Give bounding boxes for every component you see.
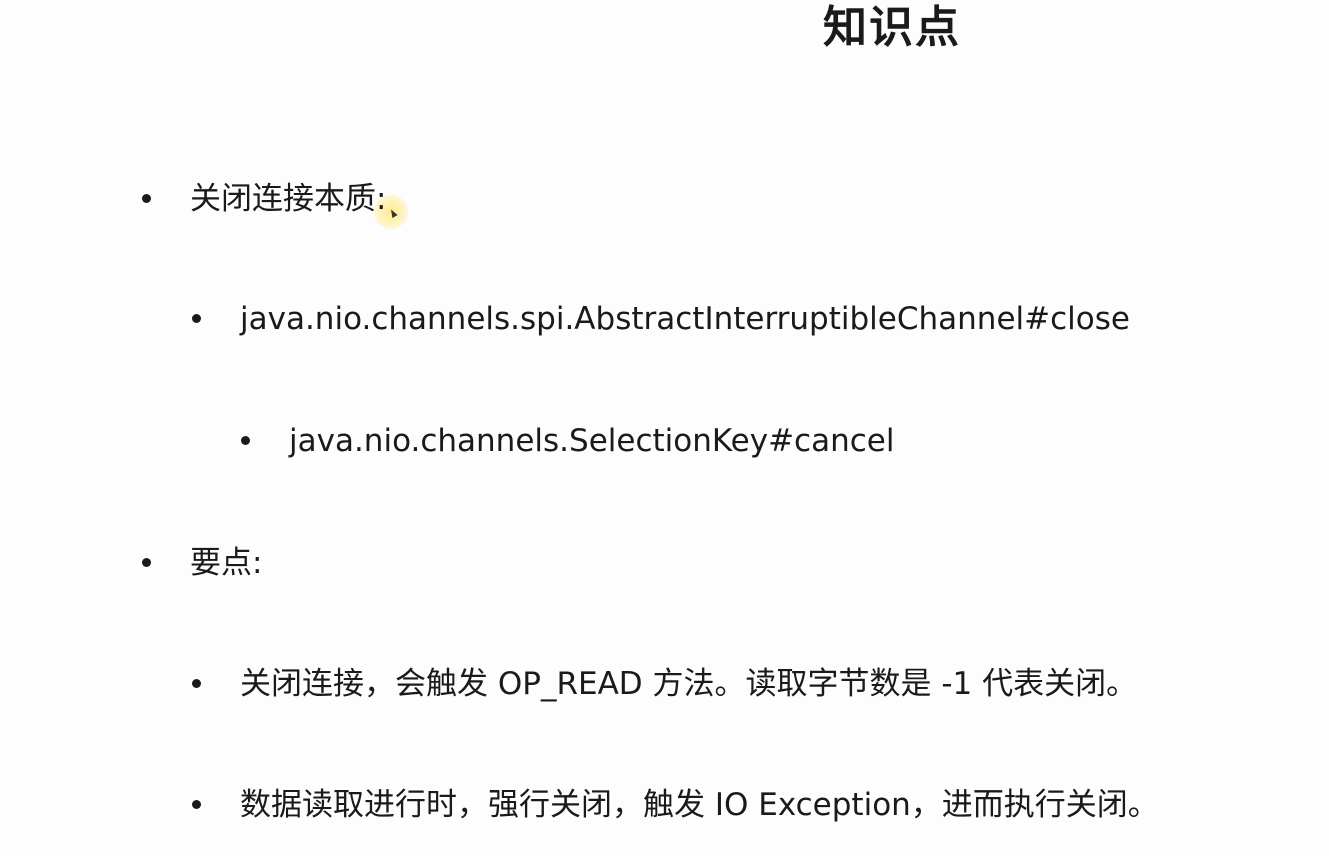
list-item: java.nio.channels.spi.AbstractInterrupti… (192, 299, 1300, 339)
bullet-icon (142, 558, 151, 567)
list-item: 要点: (142, 543, 1290, 583)
list-item: 数据读取进行时，强行关闭，触发 IO Exception，进而执行关闭。 (192, 785, 1300, 825)
bullet-icon (192, 679, 201, 688)
bullet-icon (192, 314, 201, 323)
list-item-text: 数据读取进行时，强行关闭，触发 IO Exception，进而执行关闭。 (240, 787, 1159, 823)
list-item: 关闭连接，会触发 OP_READ 方法。读取字节数是 -1 代表关闭。 (192, 664, 1300, 704)
list-item-text: 关闭连接本质: (190, 181, 387, 217)
bullet-icon (241, 436, 250, 445)
slide: 知识点 关闭连接本质: java.nio.channels.spi.Abstra… (0, 0, 1329, 856)
list-item: 关闭连接本质: (142, 179, 1290, 219)
list-item-text: java.nio.channels.SelectionKey#cancel (289, 423, 895, 459)
list-item-text: 关闭连接，会触发 OP_READ 方法。读取字节数是 -1 代表关闭。 (240, 666, 1138, 702)
list-item: java.nio.channels.SelectionKey#cancel (241, 421, 1289, 461)
slide-title: 知识点 (823, 2, 961, 53)
bullet-icon (192, 800, 201, 809)
list-item-text: 要点: (190, 545, 263, 581)
bullet-icon (142, 194, 151, 203)
list-item-text: java.nio.channels.spi.AbstractInterrupti… (240, 301, 1130, 337)
